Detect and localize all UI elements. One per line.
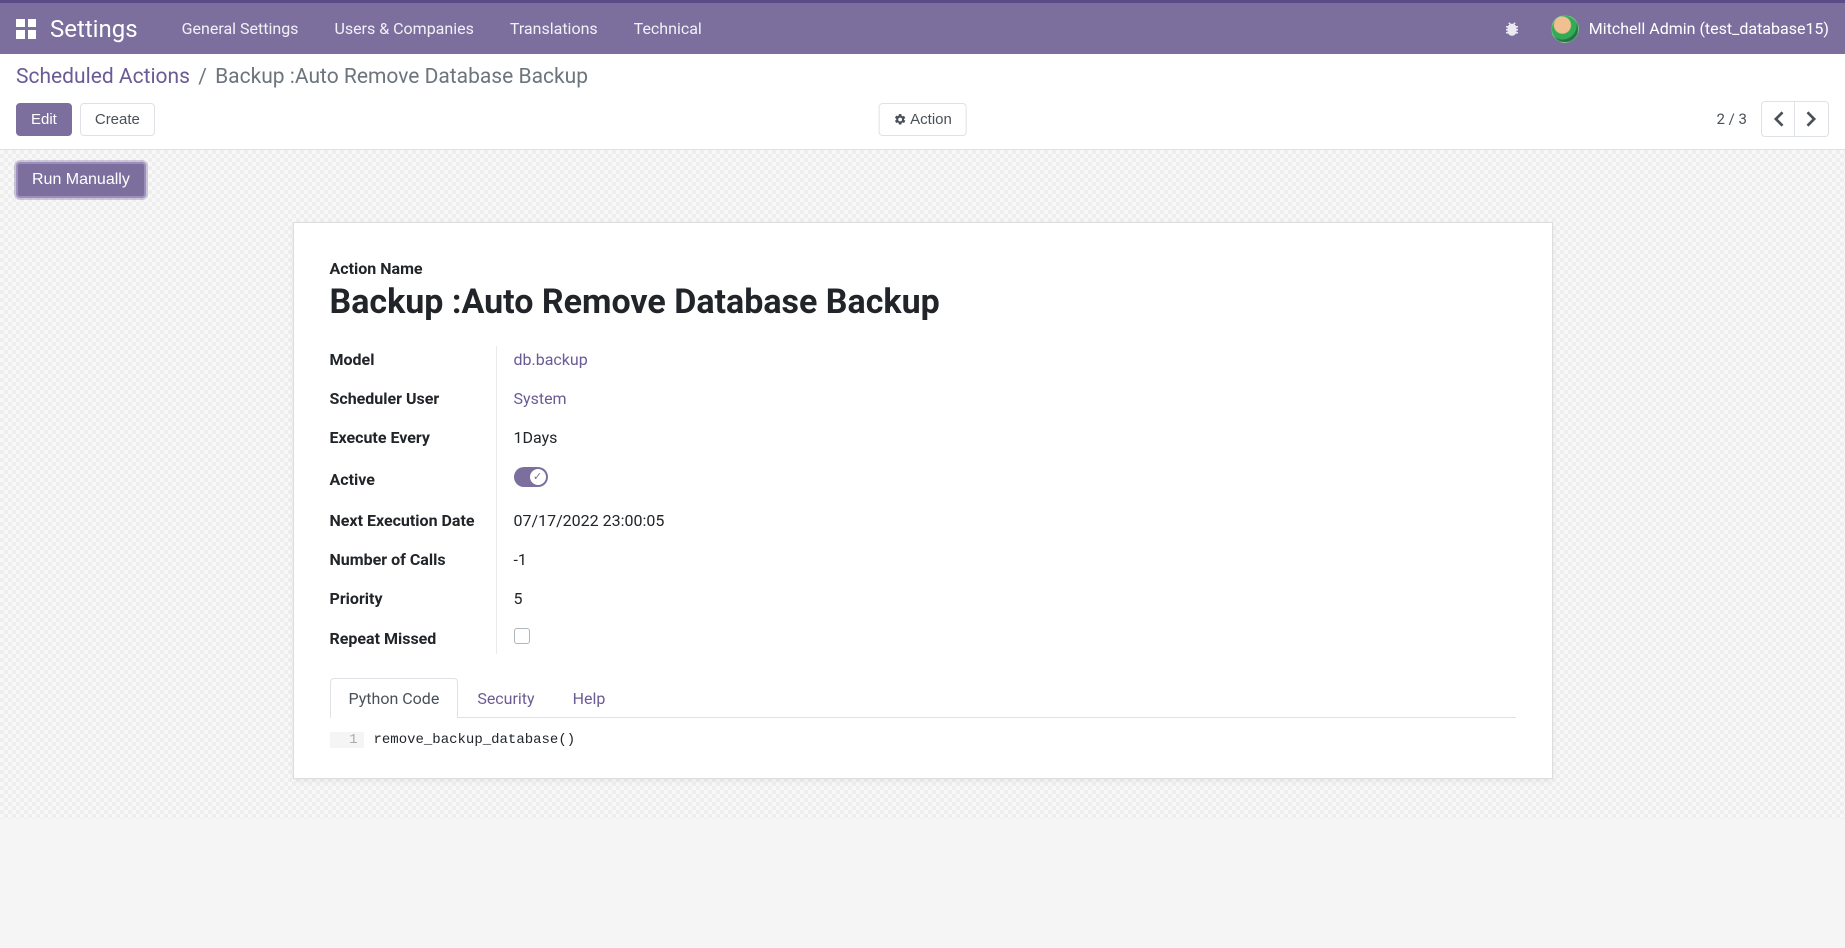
- pager-text[interactable]: 2 / 3: [1717, 110, 1748, 128]
- tab-security[interactable]: Security: [458, 678, 553, 718]
- main-navbar: Settings General Settings Users & Compan…: [0, 3, 1845, 54]
- label-model: Model: [330, 350, 504, 369]
- create-button[interactable]: Create: [80, 103, 155, 136]
- value-next-execution-date: 07/17/2022 23:00:05: [504, 511, 1030, 530]
- toggle-active[interactable]: [514, 467, 548, 487]
- action-button-label: Action: [910, 111, 952, 128]
- label-number-of-calls: Number of Calls: [330, 550, 504, 569]
- gear-icon: [893, 113, 906, 126]
- label-next-execution-date: Next Execution Date: [330, 511, 504, 530]
- nav-item-users-companies[interactable]: Users & Companies: [316, 5, 491, 52]
- control-panel: Scheduled Actions / Backup :Auto Remove …: [0, 54, 1845, 150]
- value-priority: 5: [504, 589, 1030, 608]
- edit-button[interactable]: Edit: [16, 103, 72, 136]
- breadcrumb-parent[interactable]: Scheduled Actions: [16, 65, 190, 89]
- label-priority: Priority: [330, 589, 504, 608]
- action-name-label: Action Name: [330, 259, 1516, 278]
- label-repeat-missed: Repeat Missed: [330, 629, 504, 648]
- code-line-number: 1: [330, 732, 364, 748]
- breadcrumb-current: Backup :Auto Remove Database Backup: [215, 65, 588, 89]
- user-name: Mitchell Admin (test_database15): [1589, 19, 1829, 38]
- chevron-left-icon: [1773, 111, 1784, 127]
- value-scheduler-user[interactable]: System: [514, 389, 567, 408]
- nav-item-technical[interactable]: Technical: [616, 5, 720, 52]
- label-active: Active: [330, 470, 504, 489]
- value-model[interactable]: db.backup: [514, 350, 588, 369]
- value-number-of-calls: -1: [504, 550, 1030, 569]
- run-manually-button[interactable]: Run Manually: [16, 162, 146, 198]
- chevron-right-icon: [1806, 111, 1817, 127]
- status-bar: Run Manually Action Name Backup :Auto Re…: [0, 150, 1845, 819]
- value-execute-every: 1Days: [504, 428, 1030, 447]
- debug-icon[interactable]: [1503, 20, 1521, 38]
- breadcrumb-separator: /: [198, 65, 207, 89]
- action-name-value: Backup :Auto Remove Database Backup: [330, 282, 1516, 322]
- notebook-tabs: Python Code Security Help: [330, 678, 1516, 718]
- form-sheet: Action Name Backup :Auto Remove Database…: [293, 222, 1553, 779]
- user-menu[interactable]: Mitchell Admin (test_database15): [1551, 15, 1829, 43]
- python-code-editor[interactable]: 1 remove_backup_database(): [330, 732, 1516, 748]
- app-title[interactable]: Settings: [50, 15, 138, 43]
- tab-help[interactable]: Help: [554, 678, 625, 718]
- checkbox-repeat-missed[interactable]: [514, 628, 530, 644]
- nav-item-translations[interactable]: Translations: [492, 5, 616, 52]
- nav-item-general-settings[interactable]: General Settings: [164, 5, 317, 52]
- apps-icon[interactable]: [16, 19, 36, 39]
- breadcrumb: Scheduled Actions / Backup :Auto Remove …: [16, 64, 1829, 91]
- label-scheduler-user: Scheduler User: [330, 389, 504, 408]
- pager-prev-button[interactable]: [1761, 101, 1795, 137]
- pager-next-button[interactable]: [1795, 101, 1829, 137]
- action-dropdown-button[interactable]: Action: [878, 103, 967, 136]
- nav-menu: General Settings Users & Companies Trans…: [164, 5, 720, 52]
- code-line-content: remove_backup_database(): [374, 732, 576, 748]
- tab-python-code[interactable]: Python Code: [330, 678, 459, 718]
- label-execute-every: Execute Every: [330, 428, 504, 447]
- pager: 2 / 3: [1717, 101, 1830, 137]
- avatar: [1551, 15, 1579, 43]
